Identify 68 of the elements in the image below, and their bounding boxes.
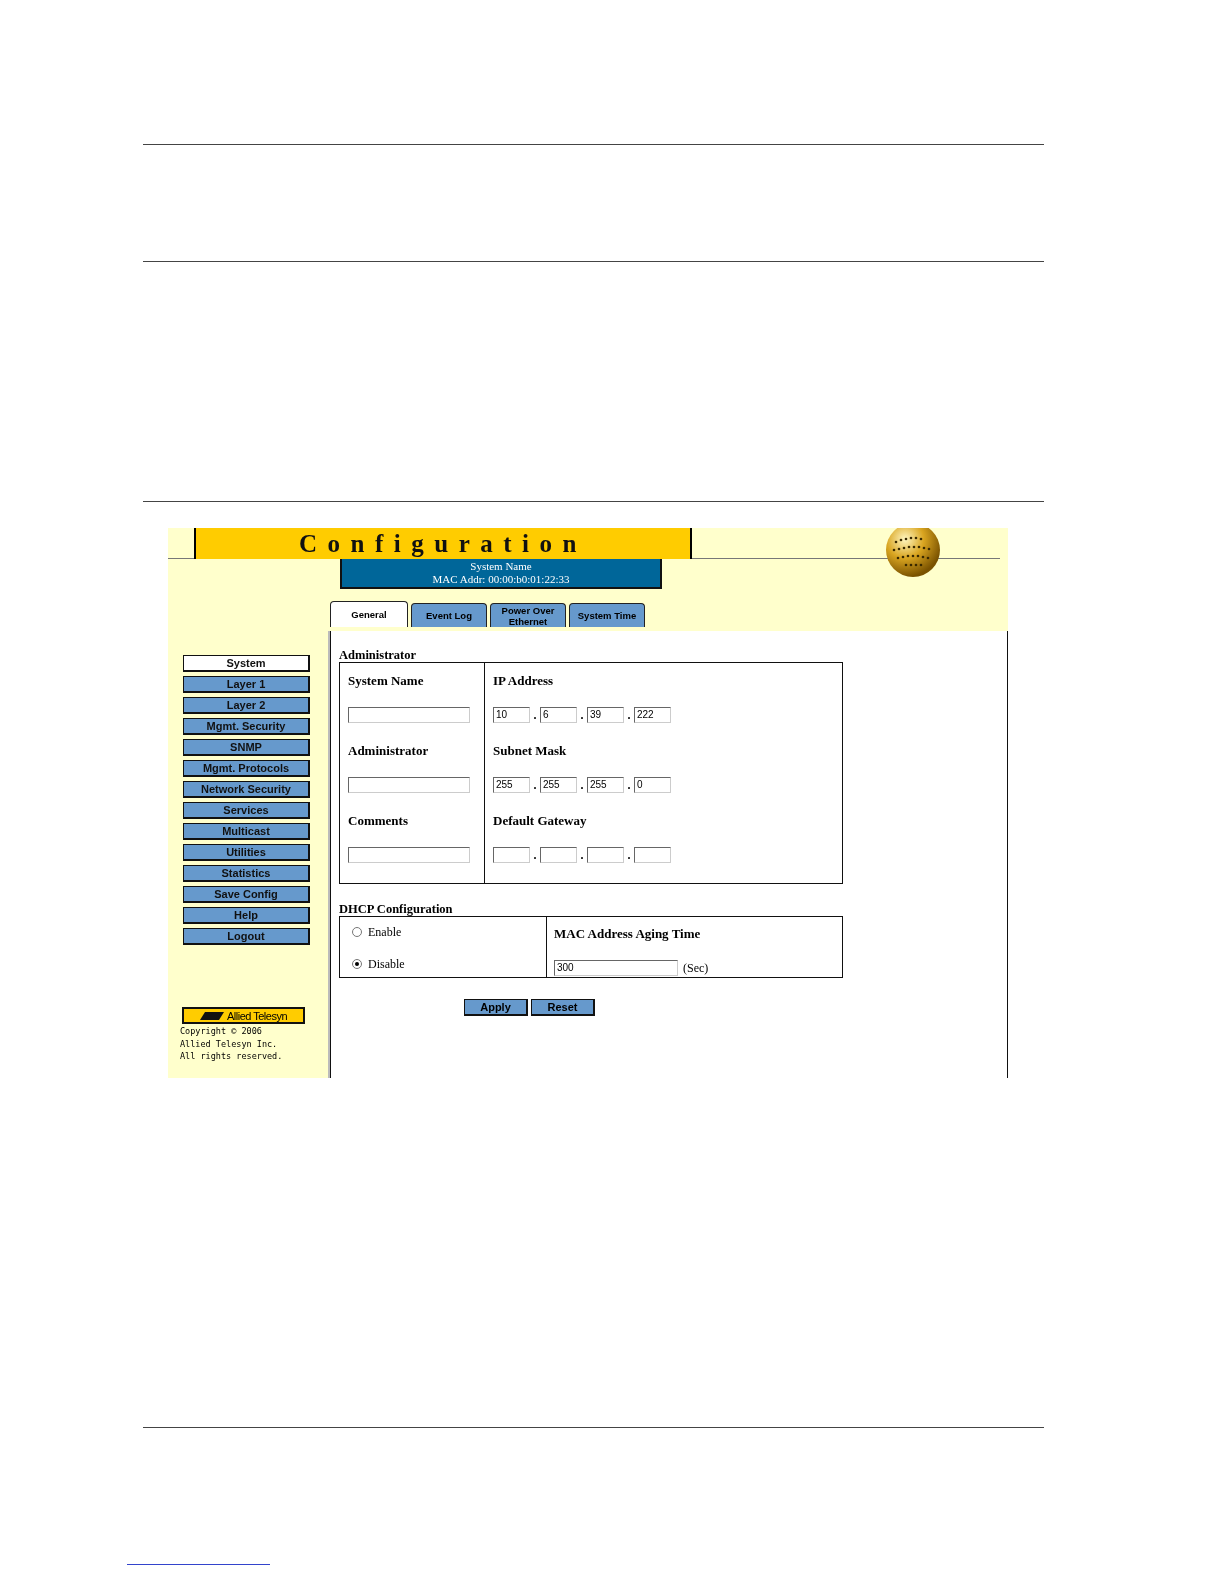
field-label: Default Gateway [493,813,588,830]
octet-field[interactable]: 39 [587,707,624,723]
field-label: MAC Address Aging Time [554,926,702,943]
nav-button[interactable]: Help [183,907,310,924]
octet-field[interactable]: 255 [493,777,530,793]
tab[interactable]: Event Log [411,603,487,627]
input-field[interactable] [348,777,470,793]
copyright-text: Allied Telesyn Inc. [180,1037,279,1050]
globe-icon [884,528,942,578]
mac-address-text: MAC Addr: 00:00:b0:01:22:33 [431,573,571,586]
octet-field[interactable] [493,847,530,863]
input-field[interactable] [348,847,470,863]
tab[interactable]: Power Over Ethernet [490,603,566,627]
octet-field[interactable] [634,847,671,863]
tab[interactable]: General [330,601,408,627]
aging-time-field[interactable]: 300 [554,960,678,976]
nav-button[interactable]: Utilities [183,844,310,861]
page-title: Configuration [194,528,692,559]
nav-button[interactable]: Multicast [183,823,310,840]
system-name-text: System Name [469,560,533,573]
octet-field[interactable] [540,847,577,863]
field-label: IP Address [493,673,555,690]
radio-button[interactable] [352,927,362,937]
octet-field[interactable]: 255 [587,777,624,793]
dot-separator: . [579,848,585,863]
section-heading: DHCP Configuration [339,902,454,916]
nav-button[interactable]: Logout [183,928,310,945]
section-heading: Administrator [339,648,418,662]
dot-separator: . [626,708,632,723]
dot-separator: . [532,778,538,793]
copyright-text: All rights reserved. [180,1050,284,1063]
radio-label: Disable [368,956,405,972]
copyright-text: Copyright © 2006 [180,1025,263,1038]
tab[interactable]: System Time [569,603,645,627]
dot-separator: . [532,848,538,863]
field-label: Subnet Mask [493,743,568,760]
action-button[interactable]: Apply [464,999,528,1016]
octet-field[interactable]: 0 [634,777,671,793]
nav-button[interactable]: Services [183,802,310,819]
octet-field[interactable] [587,847,624,863]
nav-button[interactable]: Network Security [183,781,310,798]
nav-button[interactable]: Layer 1 [183,676,310,693]
field-label: Comments [348,813,409,830]
logo-mark-icon [199,1011,224,1020]
nav-button[interactable]: Save Config [183,886,310,903]
logo-text: Allied Telesyn [226,1009,288,1022]
unit-label: (Sec) [683,960,709,976]
field-label: System Name [348,673,425,690]
dot-separator: . [532,708,538,723]
dot-separator: . [579,778,585,793]
octet-field[interactable]: 6 [540,707,577,723]
action-button[interactable]: Reset [531,999,595,1016]
nav-button[interactable]: Statistics [183,865,310,882]
nav-button[interactable]: SNMP [183,739,310,756]
dot-separator: . [626,848,632,863]
radio-label: Enable [368,924,402,940]
field-label: Administrator [348,743,430,760]
dot-separator: . [626,778,632,793]
octet-field[interactable]: 255 [540,777,577,793]
nav-button[interactable]: Layer 2 [183,697,310,714]
nav-button[interactable]: Mgmt. Security [183,718,310,735]
nav-button[interactable]: Mgmt. Protocols [183,760,310,777]
octet-field[interactable]: 222 [634,707,671,723]
nav-button[interactable]: System [183,655,310,672]
octet-field[interactable]: 10 [493,707,530,723]
input-field[interactable] [348,707,470,723]
dot-separator: . [579,708,585,723]
radio-button[interactable] [352,959,362,969]
